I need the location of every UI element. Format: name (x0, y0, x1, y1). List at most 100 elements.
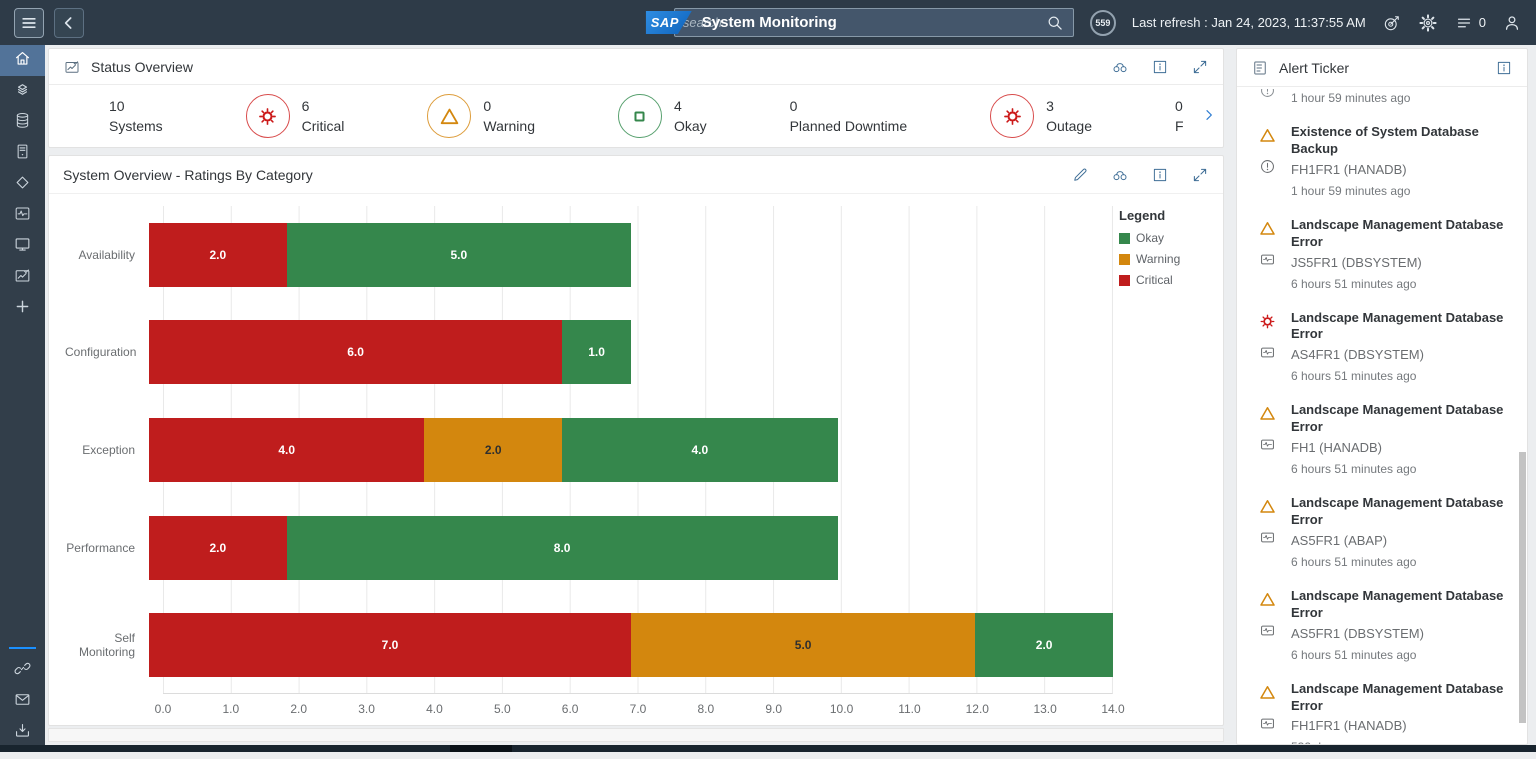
x-tick: 5.0 (493, 702, 511, 716)
info-icon[interactable] (1151, 58, 1169, 76)
ratings-chart-panel: System Overview - Ratings By Category Av… (48, 155, 1224, 726)
alert-item[interactable]: Landscape Management Database Error AS5FR… (1253, 486, 1509, 579)
alert-title: Landscape Management Database Error (1291, 309, 1504, 342)
horizontal-scrollbar[interactable] (48, 728, 1224, 742)
sidebar-item-download[interactable] (0, 717, 45, 748)
bar-segment-warning[interactable]: 2.0 (424, 417, 563, 482)
refresh-countdown-badge[interactable]: 559 (1089, 9, 1116, 36)
bar-segment-okay[interactable]: 2.0 (975, 613, 1113, 678)
alert-ticker-panel: Alert Ticker 1 hour 59 minutes ago Existe… (1236, 48, 1528, 745)
sidebar-accent-divider (9, 647, 36, 649)
bar-segment-critical[interactable]: 2.0 (149, 515, 287, 580)
status-next-chevron-icon[interactable] (1201, 107, 1219, 125)
alert-item[interactable]: Landscape Management Database Error AS5FR… (1253, 579, 1509, 672)
alert-system: AS5FR1 (DBSYSTEM) (1291, 625, 1424, 641)
status-item-warning[interactable]: 0 Warning (427, 94, 535, 138)
notification-queue[interactable]: 0 (1454, 13, 1486, 33)
bar-row: Performance 2.0 8.0 (65, 499, 1113, 597)
status-count: 6 (301, 97, 310, 114)
gear-icon[interactable] (1418, 13, 1438, 33)
critical-status-icon (990, 94, 1035, 138)
warning-icon (1258, 219, 1277, 243)
alert-item[interactable]: Landscape Management Database Error JS5FR… (1253, 208, 1509, 301)
expand-icon[interactable] (1191, 166, 1209, 184)
menu-button[interactable] (14, 7, 44, 38)
target-icon[interactable] (1382, 13, 1402, 33)
sidebar-item-system-activity[interactable] (0, 200, 45, 231)
back-chevron-icon (59, 13, 79, 33)
bar-segment-okay[interactable]: 4.0 (562, 417, 838, 482)
alert-item[interactable]: Landscape Management Database Error FH1 (… (1253, 393, 1509, 486)
legend-entry-okay: Okay (1119, 231, 1209, 245)
status-count: 10 (109, 97, 125, 114)
expand-icon[interactable] (1191, 58, 1209, 76)
bar-segment-critical[interactable]: 6.0 (149, 320, 563, 385)
binoculars-icon[interactable] (1111, 166, 1129, 184)
bar-segment-okay[interactable]: 5.0 (286, 222, 631, 287)
x-tick: 11.0 (898, 702, 921, 716)
alert-title: Landscape Management Database Error (1291, 216, 1504, 249)
status-item-okay[interactable]: 4 Okay (617, 94, 707, 138)
x-tick: 12.0 (965, 702, 989, 716)
user-icon[interactable] (1502, 13, 1522, 33)
bar-segment-okay[interactable]: 1.0 (562, 320, 631, 385)
category-label: Exception (82, 442, 135, 457)
search-icon[interactable] (1045, 13, 1065, 33)
warning-icon (1258, 404, 1277, 428)
status-item-f[interactable]: 0F (1175, 96, 1189, 137)
alert-item[interactable]: Landscape Management Database Error AS4FR… (1253, 301, 1509, 394)
x-tick: 3.0 (358, 702, 375, 716)
status-item-planned-downtime[interactable]: 0 Planned Downtime (790, 96, 908, 137)
info-icon[interactable] (1151, 166, 1169, 184)
alert-item-partial[interactable]: 1 hour 59 minutes ago (1253, 89, 1509, 115)
status-label: Planned Downtime (789, 118, 908, 134)
status-item-systems[interactable]: 10 Systems (109, 96, 163, 137)
bar-segment-warning[interactable]: 5.0 (631, 613, 976, 678)
sidebar-item-email[interactable] (0, 686, 45, 717)
sidebar-item-link[interactable] (0, 655, 45, 686)
bar-track: 4.0 2.0 4.0 (149, 417, 1113, 482)
sidebar-item-add[interactable] (0, 293, 45, 324)
bar-track: 6.0 1.0 (149, 320, 1113, 385)
bar-row: Configuration 6.0 1.0 (65, 304, 1113, 402)
status-label: Okay (673, 118, 707, 134)
bar-segment-critical[interactable]: 7.0 (149, 613, 631, 678)
warning-status-icon (427, 94, 472, 138)
bar-row: Exception 4.0 2.0 4.0 (65, 401, 1113, 499)
bar-track: 2.0 5.0 (149, 222, 1113, 287)
status-overview-icon (63, 58, 81, 76)
sidebar-item-home[interactable] (0, 45, 45, 76)
sidebar-item-database[interactable] (0, 107, 45, 138)
info-icon[interactable] (1495, 59, 1513, 77)
shell-header: SAP System Monitoring 559 Last refresh :… (0, 0, 1536, 45)
sidebar-item-display[interactable] (0, 231, 45, 262)
status-count: 0 (1174, 97, 1183, 114)
alert-item[interactable]: Landscape Management Database Error FH1FR… (1253, 672, 1509, 744)
notification-count: 0 (1478, 15, 1486, 30)
binoculars-icon[interactable] (1111, 58, 1129, 76)
alert-ticker-title: Alert Ticker (1279, 59, 1350, 76)
legend-swatch (1119, 274, 1130, 286)
bar-segment-critical[interactable]: 4.0 (149, 417, 425, 482)
metric-icon (1258, 250, 1277, 274)
alert-item[interactable]: Existence of System Database Backup FH1FR… (1253, 115, 1509, 208)
pages-icon (13, 80, 32, 104)
status-item-outage[interactable]: 3 Outage (990, 94, 1092, 138)
status-item-critical[interactable]: 6 Critical (245, 94, 344, 138)
sidebar-item-pages[interactable] (0, 76, 45, 107)
warning-icon (1258, 126, 1277, 150)
alert-time: 6 hours 51 minutes ago (1291, 554, 1417, 569)
x-tick: 0.0 (154, 702, 172, 716)
sidebar-item-server[interactable] (0, 138, 45, 169)
bar-track: 7.0 5.0 2.0 (149, 613, 1113, 678)
bar-segment-critical[interactable]: 2.0 (149, 222, 287, 287)
sidebar-item-chart-status[interactable] (0, 262, 45, 293)
alert-system: FH1FR1 (HANADB) (1291, 161, 1407, 177)
edit-pencil-icon[interactable] (1071, 166, 1089, 184)
sidebar-item-diamond[interactable] (0, 169, 45, 200)
status-overview-title: Status Overview (91, 58, 193, 75)
back-button[interactable] (54, 7, 84, 38)
vertical-scrollbar-thumb[interactable] (1519, 452, 1526, 724)
alert-title: Landscape Management Database Error (1291, 402, 1504, 435)
bar-segment-okay[interactable]: 8.0 (286, 515, 838, 580)
